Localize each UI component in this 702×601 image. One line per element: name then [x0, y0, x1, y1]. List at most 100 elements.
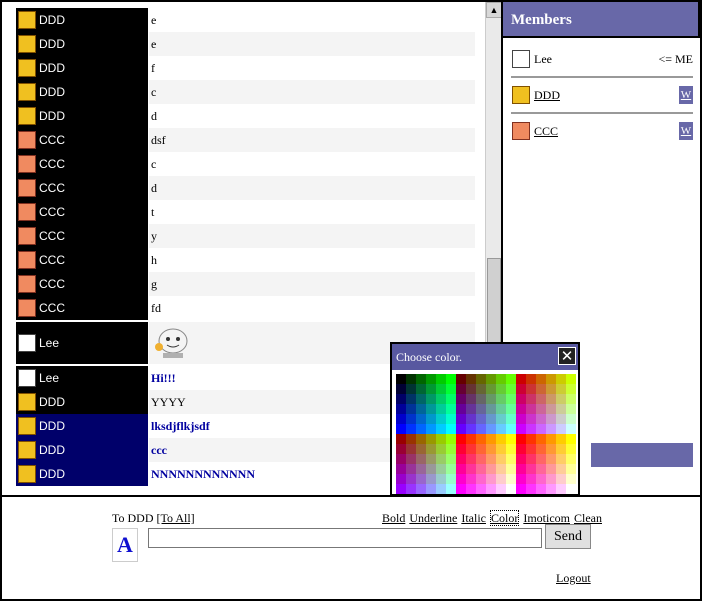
color-swatch[interactable] [406, 434, 416, 444]
color-swatch[interactable] [486, 414, 496, 424]
member-name-link[interactable]: CCC [534, 124, 558, 139]
color-swatch[interactable] [446, 454, 456, 464]
color-swatch[interactable] [416, 484, 426, 494]
color-swatch[interactable] [476, 464, 486, 474]
member-row-ccc[interactable]: CCC W [511, 120, 693, 142]
color-swatch[interactable] [416, 394, 426, 404]
color-swatch[interactable] [466, 424, 476, 434]
color-swatch[interactable] [456, 424, 466, 434]
color-swatch[interactable] [446, 384, 456, 394]
color-swatch[interactable] [476, 394, 486, 404]
color-swatch[interactable] [396, 464, 406, 474]
color-swatch[interactable] [516, 454, 526, 464]
color-swatch[interactable] [486, 394, 496, 404]
color-swatch[interactable] [416, 414, 426, 424]
color-swatch[interactable] [556, 444, 566, 454]
color-swatch[interactable] [466, 484, 476, 494]
color-swatch[interactable] [486, 464, 496, 474]
color-swatch[interactable] [426, 434, 436, 444]
color-swatch[interactable] [546, 454, 556, 464]
close-icon[interactable]: ✕ [558, 347, 576, 365]
color-swatch[interactable] [466, 454, 476, 464]
italic-link[interactable]: Italic [461, 511, 486, 525]
color-swatch[interactable] [396, 434, 406, 444]
color-swatch[interactable] [526, 404, 536, 414]
color-swatch[interactable] [566, 404, 576, 414]
color-swatch[interactable] [476, 374, 486, 384]
color-swatch[interactable] [406, 394, 416, 404]
color-swatch[interactable] [406, 424, 416, 434]
color-swatch[interactable] [436, 464, 446, 474]
color-swatch[interactable] [476, 484, 486, 494]
color-swatch[interactable] [426, 414, 436, 424]
color-swatch[interactable] [466, 434, 476, 444]
color-swatch[interactable] [486, 454, 496, 464]
color-swatch[interactable] [496, 384, 506, 394]
color-swatch[interactable] [546, 404, 556, 414]
color-swatch[interactable] [396, 444, 406, 454]
color-swatch[interactable] [466, 394, 476, 404]
color-swatch[interactable] [436, 474, 446, 484]
font-style-button[interactable]: A [112, 528, 138, 562]
color-swatch[interactable] [426, 384, 436, 394]
color-swatch[interactable] [566, 424, 576, 434]
color-swatch[interactable] [496, 484, 506, 494]
color-swatch[interactable] [466, 474, 476, 484]
member-row-ddd[interactable]: DDD W [511, 84, 693, 106]
color-swatch[interactable] [566, 384, 576, 394]
color-swatch[interactable] [526, 414, 536, 424]
color-swatch[interactable] [476, 454, 486, 464]
color-swatch[interactable] [436, 484, 446, 494]
color-swatch[interactable] [566, 454, 576, 464]
color-swatch[interactable] [546, 474, 556, 484]
color-swatch[interactable] [496, 474, 506, 484]
color-swatch[interactable] [476, 414, 486, 424]
bold-link[interactable]: Bold [382, 511, 405, 525]
color-swatch[interactable] [566, 394, 576, 404]
color-swatch[interactable] [446, 434, 456, 444]
color-swatch[interactable] [526, 424, 536, 434]
color-swatch[interactable] [506, 424, 516, 434]
color-swatch[interactable] [516, 434, 526, 444]
color-swatch[interactable] [546, 374, 556, 384]
color-swatch[interactable] [466, 404, 476, 414]
color-swatch[interactable] [486, 374, 496, 384]
color-swatch[interactable] [516, 424, 526, 434]
color-swatch[interactable] [556, 484, 566, 494]
color-swatch[interactable] [526, 374, 536, 384]
color-swatch[interactable] [496, 424, 506, 434]
color-swatch[interactable] [426, 454, 436, 464]
color-swatch[interactable] [456, 484, 466, 494]
color-swatch[interactable] [436, 394, 446, 404]
color-swatch[interactable] [476, 434, 486, 444]
color-swatch[interactable] [556, 464, 566, 474]
color-swatch[interactable] [546, 424, 556, 434]
color-swatch[interactable] [516, 444, 526, 454]
color-swatch[interactable] [496, 454, 506, 464]
color-swatch[interactable] [506, 404, 516, 414]
color-swatch[interactable] [526, 464, 536, 474]
color-swatch[interactable] [446, 404, 456, 414]
scroll-up-arrow-icon[interactable]: ▲ [486, 2, 502, 18]
color-swatch[interactable] [536, 384, 546, 394]
color-swatch[interactable] [416, 464, 426, 474]
logout-link[interactable]: Logout [556, 571, 591, 586]
color-swatch[interactable] [556, 374, 566, 384]
color-swatch[interactable] [456, 394, 466, 404]
color-swatch[interactable] [526, 454, 536, 464]
color-swatch[interactable] [416, 404, 426, 414]
color-swatch[interactable] [426, 444, 436, 454]
color-swatch[interactable] [446, 474, 456, 484]
color-swatch[interactable] [536, 374, 546, 384]
color-swatch[interactable] [566, 474, 576, 484]
color-swatch[interactable] [566, 444, 576, 454]
color-swatch[interactable] [406, 484, 416, 494]
color-swatch[interactable] [536, 444, 546, 454]
color-swatch[interactable] [396, 474, 406, 484]
color-swatch[interactable] [496, 464, 506, 474]
color-swatch[interactable] [566, 484, 576, 494]
color-swatch[interactable] [506, 444, 516, 454]
color-swatch[interactable] [466, 444, 476, 454]
color-swatch[interactable] [416, 424, 426, 434]
color-swatch[interactable] [406, 454, 416, 464]
